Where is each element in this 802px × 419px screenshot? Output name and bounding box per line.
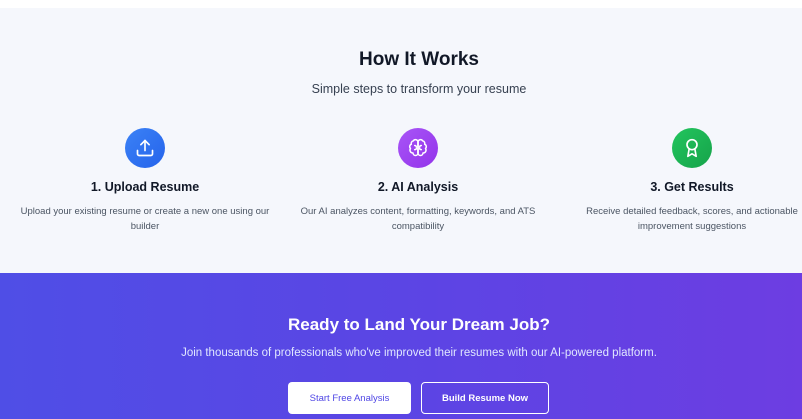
section-subtitle: Simple steps to transform your resume	[311, 82, 527, 96]
step-title: 3. Get Results	[650, 180, 734, 194]
cta-section: Ready to Land Your Dream Job? Join thous…	[0, 273, 802, 419]
start-free-analysis-button[interactable]: Start Free Analysis	[288, 382, 411, 414]
build-resume-now-button[interactable]: Build Resume Now	[421, 382, 549, 414]
step-ai-analysis: 2. AI Analysis Our AI analyzes content, …	[288, 128, 548, 234]
step-description: Upload your existing resume or create a …	[20, 206, 270, 232]
section-title: How It Works	[359, 49, 479, 70]
step-description: Our AI analyzes content, formatting, key…	[300, 206, 536, 232]
step-get-results: 3. Get Results Receive detailed feedback…	[562, 128, 802, 234]
step-upload-resume: 1. Upload Resume Upload your existing re…	[15, 128, 275, 234]
step-description: Receive detailed feedback, scores, and a…	[586, 206, 798, 232]
brain-icon	[398, 128, 438, 168]
upload-icon	[125, 128, 165, 168]
top-strip	[0, 0, 802, 8]
award-icon	[672, 128, 712, 168]
step-title: 2. AI Analysis	[377, 180, 459, 194]
cta-title: Ready to Land Your Dream Job?	[288, 315, 550, 334]
step-title: 1. Upload Resume	[90, 180, 200, 194]
cta-subtitle: Join thousands of professionals who've i…	[181, 347, 657, 359]
how-it-works-section: How It Works Simple steps to transform y…	[0, 8, 802, 273]
